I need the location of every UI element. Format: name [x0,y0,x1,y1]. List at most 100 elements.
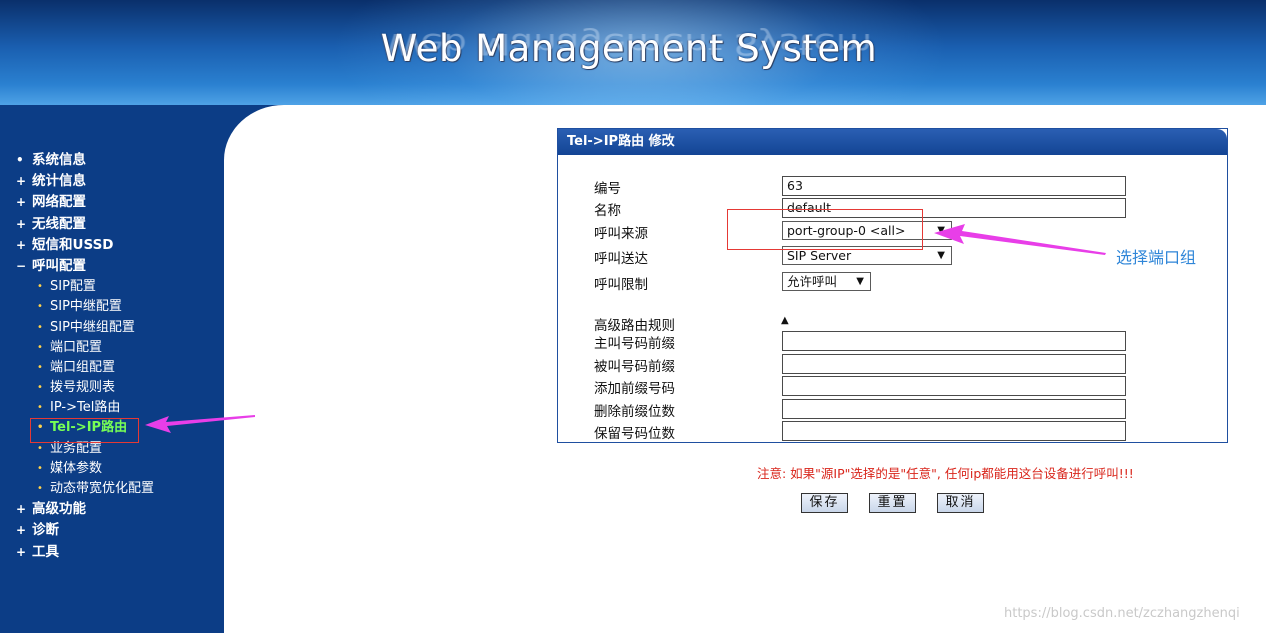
expand-plus-icon: + [16,216,27,231]
collapse-minus-icon: − [16,258,27,273]
bullet-icon: • [37,382,43,394]
bullet-icon: • [16,153,24,167]
sidebar-subitem-label: SIP中继组配置 [50,319,135,335]
bullet-icon: • [37,462,43,474]
sidebar-item-statistics[interactable]: + 统计信息 [0,171,224,192]
sidebar-item-label: 短信和USSD [32,236,114,253]
expand-plus-icon: + [16,544,27,559]
sidebar-item-label: 网络配置 [32,194,86,211]
bullet-icon: • [37,341,43,353]
bullet-icon: • [37,361,43,373]
sidebar-subitem-bandwidth-optimization[interactable]: • 动态带宽优化配置 [0,479,224,499]
expand-plus-icon: + [16,523,27,538]
call-source-label: 呼叫来源 [594,226,648,242]
sidebar-subitem-label: IP->Tel路由 [50,400,121,416]
sidebar-submenu-call-config: • SIP配置 • SIP中继配置 • SIP中继组配置 • 端口配置 • 端口… [0,277,224,499]
sidebar-item-call-config[interactable]: − 呼叫配置 [0,256,224,277]
expand-plus-icon: + [16,195,27,210]
sidebar-item-network-config[interactable]: + 网络配置 [0,192,224,213]
sidebar-item-label: 工具 [32,543,59,560]
sidebar-subitem-service-config[interactable]: • 业务配置 [0,439,224,459]
callee-prefix-input[interactable] [782,354,1126,374]
call-destination-label: 呼叫送达 [594,251,648,267]
sidebar-nav: • 系统信息 + 统计信息 + 网络配置 + 无线配置 + 短信和USSD − … [0,150,224,563]
sidebar-subitem-port-config[interactable]: • 端口配置 [0,338,224,358]
reset-button[interactable]: 重置 [869,493,916,513]
keep-digits-input[interactable] [782,421,1126,441]
name-label: 名称 [594,203,621,219]
advanced-rules-label: 高级路由规则 [594,318,675,334]
bullet-icon: • [37,281,43,293]
dropdown-caret-icon: ▼ [937,225,945,236]
delete-prefix-input[interactable] [782,399,1126,419]
sidebar-subitem-label: SIP配置 [50,279,96,295]
sidebar-item-label: 诊断 [32,522,59,539]
expand-plus-icon: + [16,502,27,517]
caller-prefix-input[interactable] [782,331,1126,351]
expand-plus-icon: + [16,174,27,189]
sidebar-subitem-dial-rules[interactable]: • 拨号规则表 [0,378,224,398]
sidebar-item-tools[interactable]: + 工具 [0,542,224,563]
callee-prefix-label: 被叫号码前缀 [594,359,675,375]
call-destination-select[interactable]: SIP Server ▼ [782,246,952,265]
add-prefix-input[interactable] [782,376,1126,396]
expand-plus-icon: + [16,237,27,252]
cancel-button[interactable]: 取消 [937,493,984,513]
sidebar-item-label: 系统信息 [32,152,86,168]
dropdown-caret-icon: ▼ [937,250,945,261]
sidebar-subitem-label: 媒体参数 [50,460,103,476]
annotation-callout: 选择端口组 [1116,248,1197,267]
sidebar-subitem-label: 端口配置 [50,339,103,355]
sidebar-item-label: 呼叫配置 [32,257,86,274]
route-edit-panel: Tel->IP路由 修改 编号 63 名称 default 呼叫来源 port-… [557,128,1228,443]
call-destination-value: SIP Server [787,248,852,263]
bullet-icon: • [37,321,43,333]
sidebar-subitem-tel-to-ip-route[interactable]: • Tel->IP路由 [0,418,224,438]
content-corner-curve [224,105,314,165]
sidebar-item-label: 统计信息 [32,173,86,190]
sidebar-item-sms-ussd[interactable]: + 短信和USSD [0,235,224,256]
sidebar-subitem-label: Tel->IP路由 [50,420,128,436]
dropdown-caret-icon: ▼ [856,276,864,287]
sidebar-subitem-label: 业务配置 [50,440,103,456]
save-button[interactable]: 保存 [801,493,848,513]
bullet-icon: • [37,402,43,414]
call-source-value: port-group-0 <all> [787,223,906,238]
call-restriction-value: 允许呼叫 [787,274,838,289]
add-prefix-label: 添加前缀号码 [594,381,675,397]
sidebar-item-label: 高级功能 [32,501,86,518]
call-restriction-label: 呼叫限制 [594,277,648,293]
sidebar-subitem-sip-trunk-group[interactable]: • SIP中继组配置 [0,318,224,338]
notice-text: 注意: 如果"源IP"选择的是"任意", 任何ip都能用这台设备进行呼叫!!! [757,466,1134,481]
call-restriction-select[interactable]: 允许呼叫 ▼ [782,272,871,291]
sidebar-subitem-label: 端口组配置 [50,359,116,375]
sidebar-item-advanced[interactable]: + 高级功能 [0,499,224,520]
sidebar-subitem-label: SIP中继配置 [50,299,122,315]
keep-digits-label: 保留号码位数 [594,426,675,442]
sidebar-item-label: 无线配置 [32,215,86,232]
sidebar-subitem-label: 动态带宽优化配置 [50,481,155,496]
bullet-icon: • [37,483,43,494]
sidebar-subitem-sip-trunk[interactable]: • SIP中继配置 [0,297,224,317]
bullet-icon: • [37,442,43,454]
caller-prefix-label: 主叫号码前缀 [594,336,675,352]
name-input[interactable]: default [782,198,1126,218]
sidebar-subitem-port-group-config[interactable]: • 端口组配置 [0,358,224,378]
sidebar-item-wireless-config[interactable]: + 无线配置 [0,214,224,235]
delete-prefix-label: 删除前缀位数 [594,404,675,420]
sidebar-subitem-media-params[interactable]: • 媒体参数 [0,459,224,479]
id-input[interactable]: 63 [782,176,1126,196]
sidebar-item-system-info[interactable]: • 系统信息 [0,150,224,171]
sidebar-subitem-ip-to-tel-route[interactable]: • IP->Tel路由 [0,398,224,418]
panel-title: Tel->IP路由 修改 [558,129,1227,155]
app-title-reflection: Web Management System [386,26,872,61]
id-label: 编号 [594,181,621,197]
bullet-icon: • [37,422,44,434]
header-banner: Web Management System Web Management Sys… [0,0,1266,105]
watermark: https://blog.csdn.net/zczhangzhenqi [1004,606,1240,621]
call-source-select[interactable]: port-group-0 <all> ▼ [782,221,952,240]
sidebar-subitem-sip-config[interactable]: • SIP配置 [0,277,224,297]
sidebar-item-diagnostics[interactable]: + 诊断 [0,520,224,541]
bullet-icon: • [37,301,43,313]
collapse-up-triangle-icon[interactable]: ▲ [781,315,789,326]
